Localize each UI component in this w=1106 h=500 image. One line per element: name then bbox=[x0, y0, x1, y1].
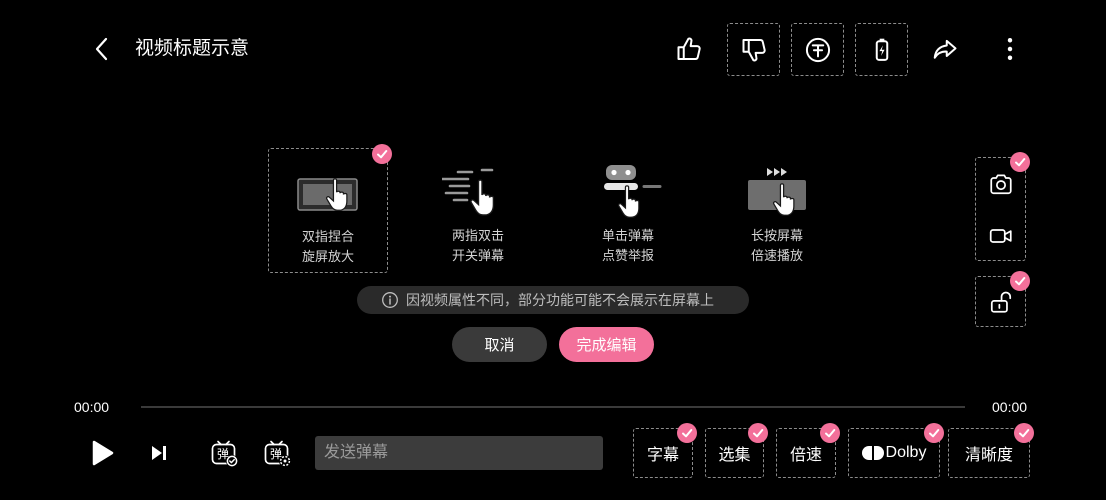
notice-text: 因视频属性不同，部分功能可能不会展示在屏幕上 bbox=[406, 292, 714, 308]
total-time: 00:00 bbox=[992, 399, 1028, 415]
gesture-label-line2: 开关弹幕 bbox=[451, 248, 504, 263]
done-editing-button[interactable]: 完成编辑 bbox=[559, 327, 654, 362]
gesture-option-tap-danmaku[interactable]: 单击弹幕 点赞举报 bbox=[568, 148, 688, 273]
double-tap-gesture-icon bbox=[442, 168, 495, 216]
pinch-zoom-gesture-icon bbox=[297, 178, 358, 211]
gesture-label: 两指双击 开关弹幕 bbox=[418, 226, 538, 266]
screen-lock-button[interactable] bbox=[975, 271, 1030, 327]
gesture-label-line1: 单击弹幕 bbox=[601, 228, 654, 243]
chevron-left-icon bbox=[95, 37, 108, 61]
selected-check-icon bbox=[372, 144, 392, 164]
cancel-button[interactable]: 取消 bbox=[452, 327, 547, 362]
coin-button[interactable] bbox=[791, 23, 844, 76]
gesture-label: 长按屏幕 倍速播放 bbox=[717, 226, 837, 266]
gesture-label: 单击弹幕 点赞举报 bbox=[568, 226, 688, 266]
quality-button[interactable]: 清晰度 bbox=[948, 423, 1034, 478]
gesture-option-double-tap[interactable]: 两指双击 开关弹幕 bbox=[418, 148, 538, 273]
camera-icon[interactable] bbox=[988, 171, 1014, 197]
danmaku-glyph: 弹 bbox=[216, 447, 229, 461]
selected-check-icon bbox=[677, 423, 697, 443]
gesture-label-line1: 长按屏幕 bbox=[750, 228, 803, 243]
selected-check-icon bbox=[820, 423, 840, 443]
more-button[interactable] bbox=[996, 35, 1024, 63]
selected-check-icon bbox=[748, 423, 768, 443]
like-button[interactable] bbox=[675, 35, 703, 63]
selected-check-icon bbox=[1010, 152, 1030, 172]
dolby-label: Dolby bbox=[885, 444, 927, 461]
battery-button[interactable] bbox=[855, 23, 908, 76]
feature-notice: 因视频属性不同，部分功能可能不会展示在屏幕上 bbox=[357, 286, 749, 314]
selected-check-icon bbox=[1014, 423, 1034, 443]
next-episode-button[interactable] bbox=[150, 444, 168, 462]
thumbs-up-icon bbox=[677, 37, 701, 61]
danmaku-settings-button[interactable]: 弹 bbox=[263, 439, 291, 467]
thumbs-down-icon bbox=[742, 38, 766, 61]
info-icon bbox=[382, 292, 398, 308]
speed-button[interactable]: 倍速 bbox=[776, 423, 840, 478]
dolby-button[interactable]: Dolby bbox=[848, 423, 944, 478]
danmaku-glyph: 弹 bbox=[269, 447, 282, 461]
gesture-label-line1: 两指双击 bbox=[451, 228, 504, 243]
coin-icon bbox=[805, 37, 830, 62]
episodes-label: 选集 bbox=[718, 447, 751, 464]
gesture-label-line2: 倍速播放 bbox=[750, 248, 803, 263]
current-time: 00:00 bbox=[74, 399, 110, 415]
selected-check-icon bbox=[1010, 271, 1030, 291]
danmaku-input[interactable] bbox=[315, 436, 603, 470]
gesture-label-line2: 点赞举报 bbox=[601, 248, 654, 263]
play-button[interactable] bbox=[89, 439, 115, 467]
gesture-option-pinch[interactable]: 双指捏合 旋屏放大 bbox=[268, 144, 392, 273]
back-button[interactable] bbox=[88, 35, 116, 63]
video-record-icon[interactable] bbox=[988, 223, 1014, 249]
dolby-logo-icon bbox=[861, 446, 884, 460]
quality-label: 清晰度 bbox=[964, 447, 1013, 464]
share-button[interactable] bbox=[931, 35, 959, 63]
episodes-button[interactable]: 选集 bbox=[705, 423, 768, 478]
skip-next-icon bbox=[152, 446, 166, 460]
battery-charging-icon bbox=[875, 38, 888, 61]
play-icon bbox=[92, 440, 114, 466]
share-icon bbox=[933, 39, 957, 59]
video-title: 视频标题示意 bbox=[135, 38, 250, 59]
speed-label: 倍速 bbox=[789, 447, 822, 464]
long-press-gesture-icon bbox=[748, 168, 806, 216]
more-vertical-icon bbox=[1007, 38, 1013, 60]
tap-danmaku-gesture-icon bbox=[604, 165, 662, 218]
selected-check-icon bbox=[924, 423, 944, 443]
gesture-option-long-press[interactable]: 长按屏幕 倍速播放 bbox=[717, 148, 837, 273]
dislike-button[interactable] bbox=[727, 23, 780, 76]
subtitle-button[interactable]: 字幕 bbox=[633, 423, 697, 478]
gesture-label-line2: 旋屏放大 bbox=[301, 249, 354, 264]
gesture-label-line1: 双指捏合 bbox=[301, 229, 354, 244]
danmaku-toggle-button[interactable]: 弹 bbox=[210, 439, 238, 467]
unlock-icon bbox=[990, 291, 1011, 313]
progress-bar[interactable] bbox=[141, 406, 965, 408]
subtitle-label: 字幕 bbox=[646, 447, 679, 464]
capture-tools-group[interactable] bbox=[975, 152, 1030, 261]
gesture-label: 双指捏合 旋屏放大 bbox=[269, 227, 387, 267]
